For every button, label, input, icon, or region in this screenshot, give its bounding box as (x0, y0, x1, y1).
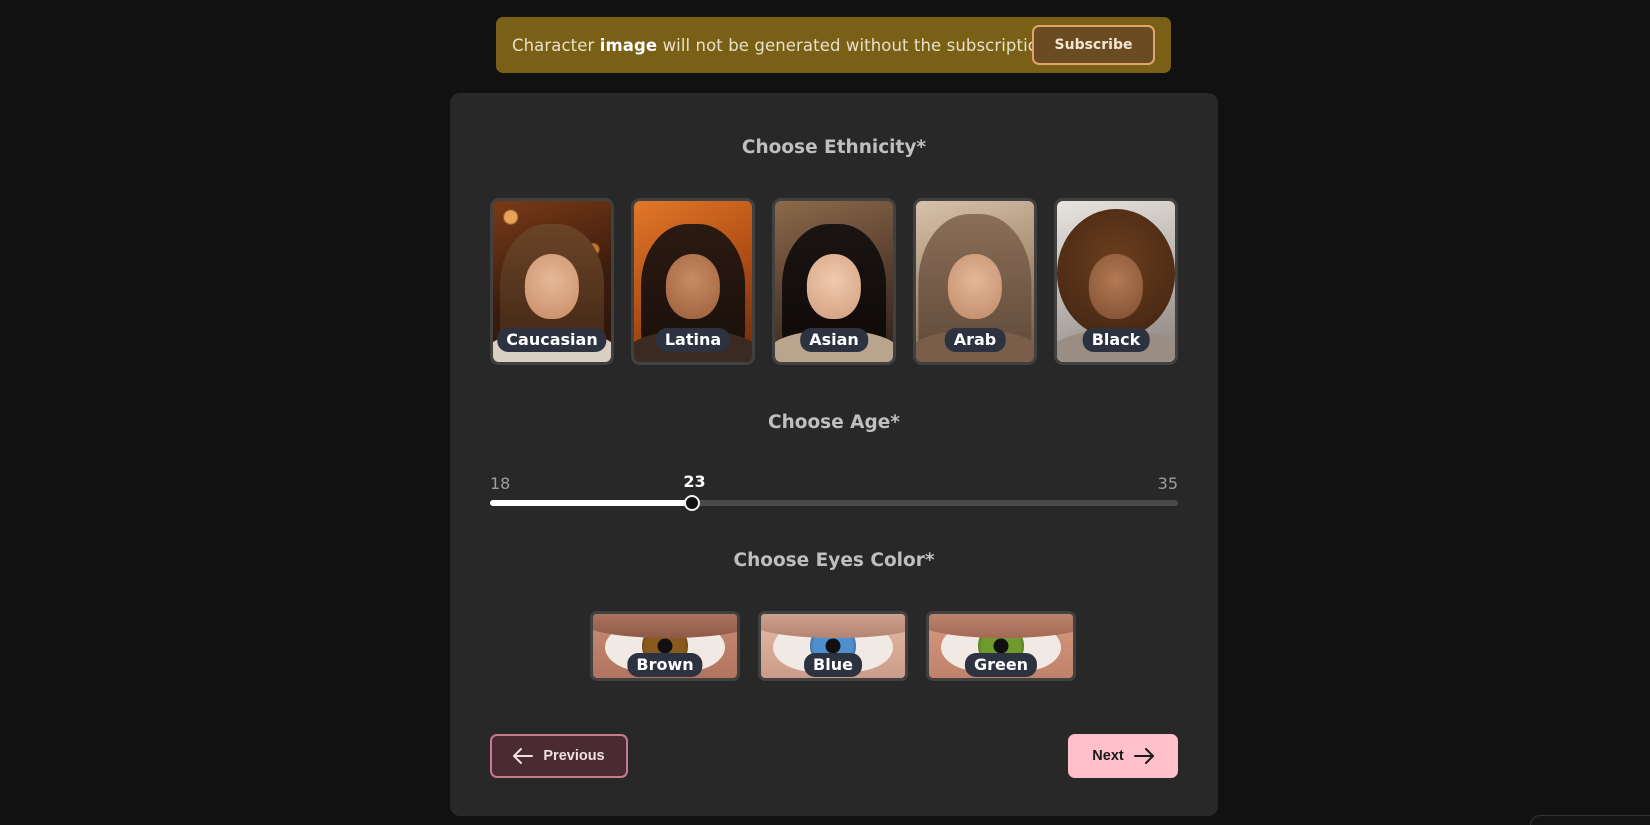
ethnicity-label: Latina (655, 328, 731, 352)
eye-color-label: Blue (804, 653, 862, 677)
eye-color-label: Brown (627, 653, 703, 677)
eyes-title: Choose Eyes Color* (733, 550, 935, 571)
banner-emphasis: image (599, 35, 658, 55)
age-slider-fill (490, 500, 693, 506)
ethnicity-label: Asian (800, 328, 868, 352)
eye-option-brown[interactable]: Brown (590, 611, 740, 681)
next-label: Next (1092, 748, 1124, 764)
ethnicity-option-latina[interactable]: Latina (631, 198, 755, 365)
age-slider[interactable] (490, 495, 1178, 511)
ethnicity-label: Black (1082, 328, 1150, 352)
character-builder-card: Choose Ethnicity* Caucasian Latina Asian (450, 93, 1218, 816)
subscribe-button[interactable]: Subscribe (1032, 25, 1155, 65)
previous-label: Previous (543, 748, 605, 764)
ethnicity-label: Caucasian (497, 328, 607, 352)
eye-color-label: Green (964, 653, 1038, 677)
ethnicity-label: Arab (944, 328, 1006, 352)
age-max: 35 (1157, 474, 1178, 493)
subscription-banner-text: Character image will not be generated wi… (512, 35, 1049, 55)
eye-option-green[interactable]: Green (926, 611, 1076, 681)
age-slider-thumb[interactable] (684, 495, 701, 511)
next-button[interactable]: Next (1068, 734, 1178, 778)
ethnicity-option-arab[interactable]: Arab (913, 198, 1037, 365)
age-title: Choose Age* (768, 412, 900, 433)
subscription-banner: Character image will not be generated wi… (496, 17, 1171, 73)
eye-option-blue[interactable]: Blue (758, 611, 908, 681)
corner-widget-edge (1530, 815, 1650, 825)
arrow-right-icon (1133, 748, 1154, 764)
ethnicity-option-black[interactable]: Black (1054, 198, 1178, 365)
ethnicity-option-caucasian[interactable]: Caucasian (490, 198, 614, 365)
age-min: 18 (490, 474, 511, 493)
arrow-left-icon (513, 748, 534, 764)
ethnicity-title: Choose Ethnicity* (741, 137, 927, 158)
previous-button[interactable]: Previous (490, 734, 628, 778)
ethnicity-option-asian[interactable]: Asian (772, 198, 896, 365)
age-current-value: 23 (683, 472, 706, 491)
